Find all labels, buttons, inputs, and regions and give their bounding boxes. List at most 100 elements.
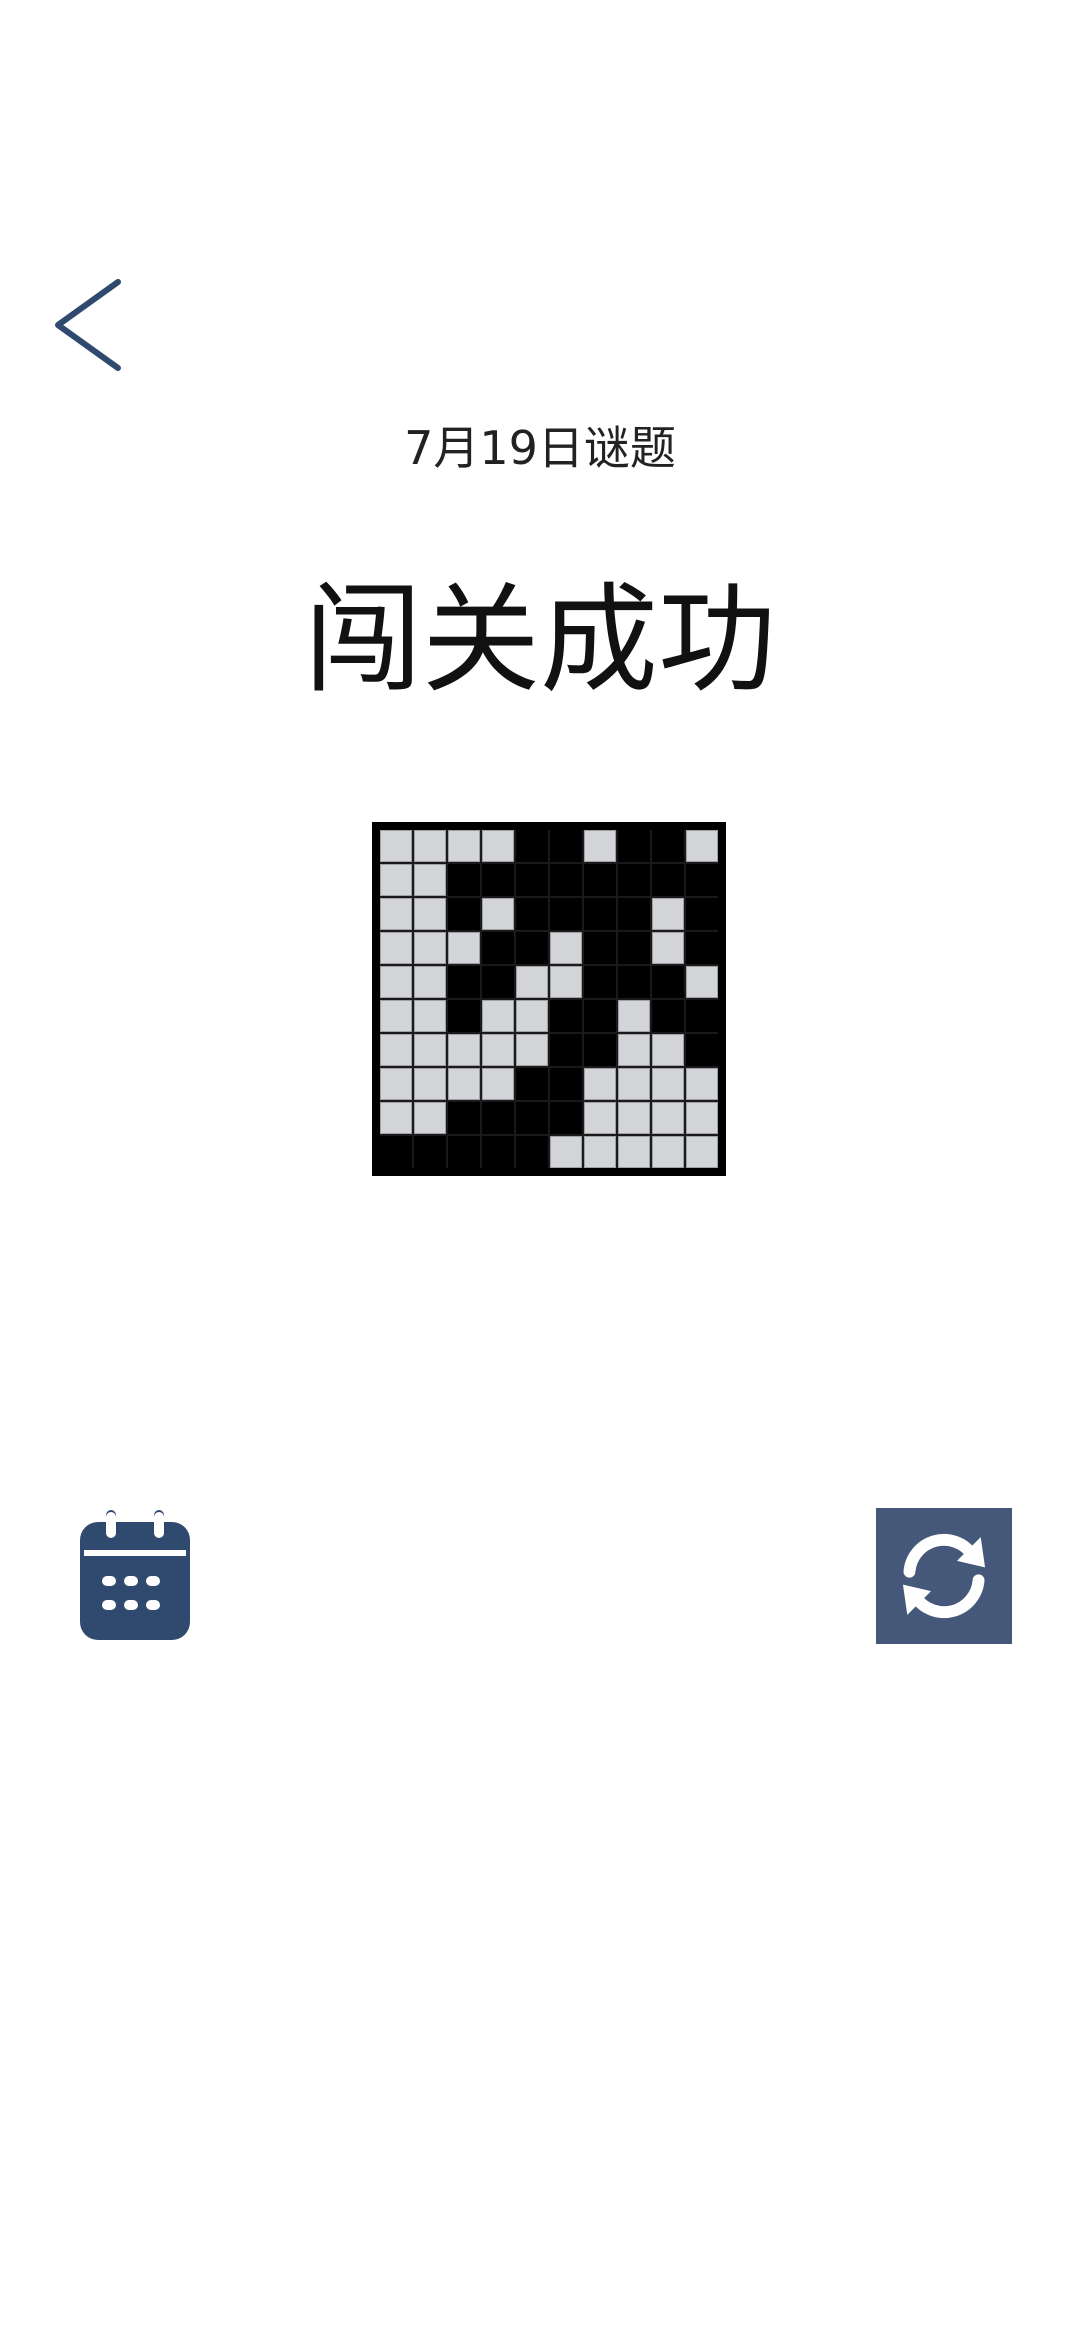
grid-cell: [414, 1102, 446, 1134]
grid-cell: [380, 830, 412, 862]
grid-cell: [482, 1000, 514, 1032]
grid-cell: [448, 1068, 480, 1100]
grid-cell: [516, 932, 548, 964]
grid-cell: [686, 1068, 718, 1100]
grid-cell: [414, 830, 446, 862]
grid-cell: [584, 864, 616, 896]
grid-cell: [584, 1000, 616, 1032]
grid-cell: [414, 1068, 446, 1100]
grid-cell: [584, 830, 616, 862]
grid-cell: [550, 1102, 582, 1134]
grid-cell: [584, 1034, 616, 1066]
grid-cell: [516, 830, 548, 862]
calendar-icon: [80, 1510, 190, 1640]
grid-cell: [686, 864, 718, 896]
grid-cell: [380, 1034, 412, 1066]
grid-cell: [380, 932, 412, 964]
grid-cell: [686, 1000, 718, 1032]
grid-cell: [584, 966, 616, 998]
grid-cell: [550, 932, 582, 964]
grid-cell: [516, 864, 548, 896]
grid-cell: [618, 932, 650, 964]
grid-cell: [584, 1102, 616, 1134]
grid-cell: [584, 1068, 616, 1100]
grid-cell: [380, 864, 412, 896]
grid-cell: [550, 966, 582, 998]
grid-cell: [584, 932, 616, 964]
grid-cell: [516, 898, 548, 930]
grid-cell: [550, 898, 582, 930]
grid-cell: [618, 1000, 650, 1032]
grid-cell: [516, 1136, 548, 1168]
grid-cell: [686, 1102, 718, 1134]
grid-cell: [618, 1102, 650, 1134]
grid-cell: [448, 1102, 480, 1134]
grid-cell: [482, 1068, 514, 1100]
puzzle-board: [372, 822, 726, 1176]
grid-cell: [448, 898, 480, 930]
grid-cell: [482, 830, 514, 862]
grid-cell: [380, 1000, 412, 1032]
calendar-button[interactable]: [76, 1508, 194, 1644]
grid-cell: [652, 1034, 684, 1066]
grid-cell: [516, 1068, 548, 1100]
puzzle-date-label: 7月19日谜题: [404, 421, 676, 475]
grid-cell: [618, 864, 650, 896]
grid-cell: [482, 864, 514, 896]
grid-cell: [482, 1102, 514, 1134]
grid-cell: [482, 966, 514, 998]
grid-cell: [414, 932, 446, 964]
puzzle-grid: [380, 830, 718, 1168]
grid-cell: [618, 966, 650, 998]
grid-cell: [516, 966, 548, 998]
grid-cell: [448, 1000, 480, 1032]
grid-cell: [414, 966, 446, 998]
grid-cell: [482, 1034, 514, 1066]
grid-cell: [448, 1034, 480, 1066]
grid-cell: [652, 830, 684, 862]
grid-cell: [652, 932, 684, 964]
grid-cell: [516, 1034, 548, 1066]
grid-cell: [686, 932, 718, 964]
grid-cell: [380, 1068, 412, 1100]
grid-cell: [448, 932, 480, 964]
grid-cell: [550, 864, 582, 896]
grid-cell: [618, 1136, 650, 1168]
grid-cell: [550, 1000, 582, 1032]
grid-cell: [448, 966, 480, 998]
grid-cell: [686, 1034, 718, 1066]
grid-cell: [516, 1102, 548, 1134]
grid-cell: [584, 1136, 616, 1168]
grid-cell: [482, 1136, 514, 1168]
grid-cell: [482, 898, 514, 930]
grid-cell: [652, 1000, 684, 1032]
grid-cell: [686, 898, 718, 930]
grid-cell: [414, 1034, 446, 1066]
grid-cell: [686, 1136, 718, 1168]
refresh-icon: [902, 1533, 986, 1619]
grid-cell: [686, 830, 718, 862]
grid-cell: [618, 1068, 650, 1100]
grid-cell: [618, 898, 650, 930]
grid-cell: [482, 932, 514, 964]
grid-cell: [652, 1068, 684, 1100]
chevron-left-icon: [55, 279, 121, 371]
grid-cell: [380, 966, 412, 998]
grid-cell: [618, 830, 650, 862]
grid-cell: [618, 1034, 650, 1066]
grid-cell: [414, 864, 446, 896]
grid-cell: [686, 966, 718, 998]
grid-cell: [516, 1000, 548, 1032]
grid-cell: [550, 830, 582, 862]
grid-cell: [550, 1034, 582, 1066]
refresh-button[interactable]: [876, 1508, 1012, 1644]
grid-cell: [414, 1136, 446, 1168]
back-button[interactable]: [40, 270, 130, 380]
grid-cell: [380, 898, 412, 930]
grid-cell: [584, 898, 616, 930]
grid-cell: [652, 898, 684, 930]
grid-cell: [380, 1102, 412, 1134]
grid-cell: [550, 1068, 582, 1100]
grid-cell: [652, 864, 684, 896]
grid-cell: [652, 1136, 684, 1168]
